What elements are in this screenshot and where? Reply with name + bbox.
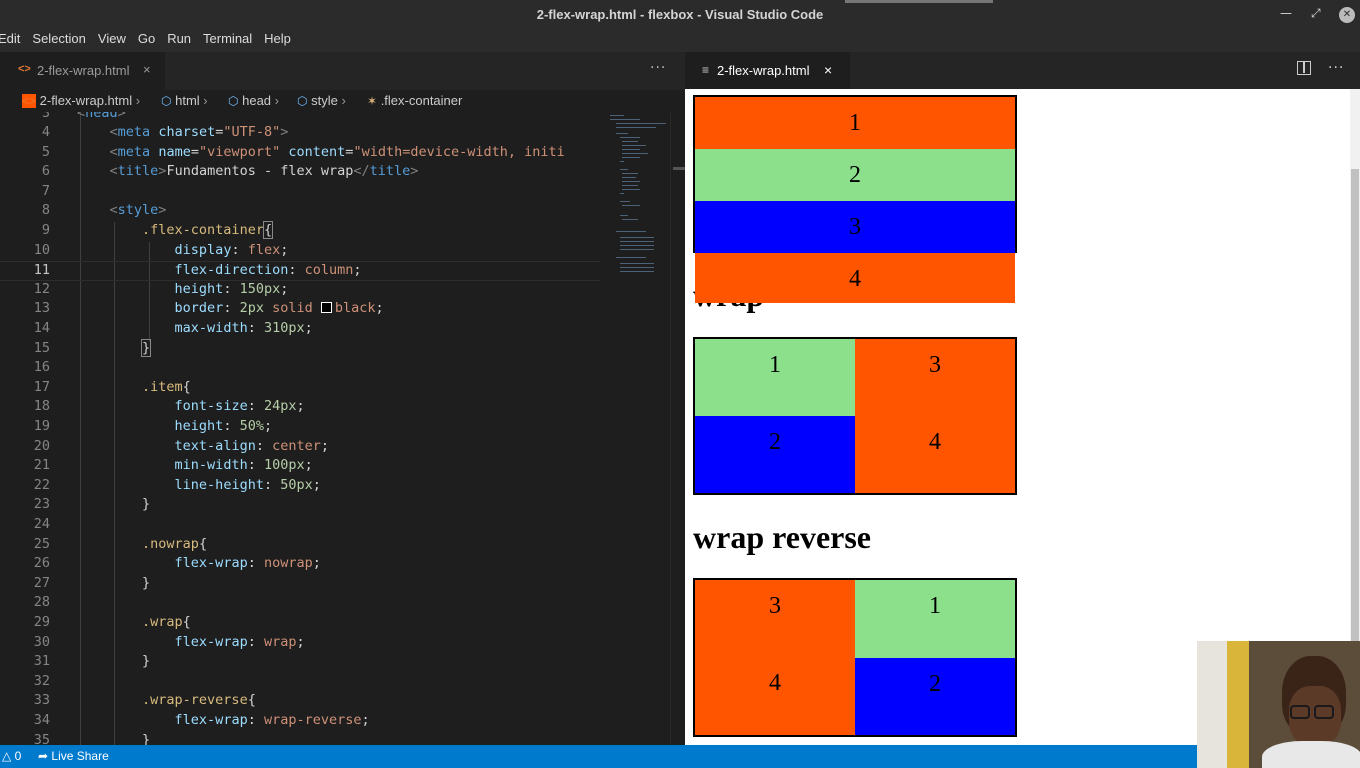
title-bar-highlight <box>845 0 993 3</box>
element-icon: ⬡ <box>161 94 172 108</box>
menu-selection[interactable]: Selection <box>26 30 91 52</box>
line-number: 19 <box>33 418 50 434</box>
line-number: 26 <box>33 555 50 572</box>
menu-view[interactable]: View <box>92 30 132 52</box>
line-number: 21 <box>33 457 50 474</box>
menu-go[interactable]: Go <box>132 30 161 52</box>
menu-terminal[interactable]: Terminal <box>197 30 258 52</box>
html-file-icon: <> <box>22 94 37 108</box>
line-number: 16 <box>33 359 50 376</box>
editor-pane: <> 2-flex-wrap.html × ··· <> 2-flex-wrap… <box>0 52 685 745</box>
preview-tab[interactable]: ≡ 2-flex-wrap.html × <box>685 52 850 89</box>
preview-tab-bar: ≡ 2-flex-wrap.html × ··· <box>685 52 1360 89</box>
menu-edit[interactable]: Edit <box>0 30 26 52</box>
maximize-icon[interactable]: ⤢ <box>1311 6 1321 21</box>
code-editor[interactable]: 3 <head> 4 <meta charset="UTF-8"> 5 <meta… <box>0 112 600 745</box>
close-preview-tab-icon[interactable]: × <box>824 62 832 78</box>
close-window-icon[interactable]: ✕ <box>1339 7 1355 23</box>
minimap[interactable] <box>600 112 670 332</box>
preview-file-icon: ≡ <box>702 63 710 77</box>
line-number: 20 <box>33 437 50 454</box>
line-number: 8 <box>41 202 50 219</box>
flex-item: 2 <box>695 149 1015 201</box>
element-icon: ⬡ <box>228 94 239 108</box>
line-number: 13 <box>33 300 50 317</box>
flex-item: 4 <box>855 416 1015 493</box>
line-number: 32 <box>33 672 50 689</box>
flex-item: 3 <box>855 339 1015 416</box>
line-number: 35 <box>33 731 50 745</box>
line-number: 22 <box>33 476 50 493</box>
flex-item: 4 <box>695 253 1015 303</box>
breadcrumb-style[interactable]: ⬡ style › <box>297 93 346 108</box>
live-share-icon: ➦ <box>38 749 49 763</box>
preview-tab-label: 2-flex-wrap.html <box>717 63 810 78</box>
line-number: 7 <box>41 182 50 199</box>
editor-tab-label: 2-flex-wrap.html <box>37 63 130 78</box>
line-number: 29 <box>33 614 50 630</box>
close-tab-icon[interactable]: × <box>143 62 151 77</box>
breadcrumb: <> 2-flex-wrap.html › ⬡ html › ⬡ head › … <box>0 90 685 112</box>
flex-item-label: 3 <box>769 593 781 619</box>
breadcrumb-selector[interactable]: ✶ .flex-container <box>367 93 462 108</box>
line-number: 17 <box>33 378 50 395</box>
flex-item: 1 <box>855 580 1015 658</box>
heading-wrap-reverse: wrap reverse <box>693 519 871 555</box>
line-number: 25 <box>33 535 50 552</box>
split-editor-icon[interactable] <box>1297 61 1311 75</box>
line-number: 6 <box>41 163 50 180</box>
minimize-icon[interactable]: — <box>1280 6 1292 20</box>
menu-help[interactable]: Help <box>258 30 297 52</box>
line-number: 15 <box>33 339 50 356</box>
flex-item: 3 4 <box>695 580 855 735</box>
live-share-button[interactable]: ➦ Live Share <box>38 749 109 763</box>
webcam-overlay <box>1197 641 1360 768</box>
line-number: 24 <box>33 516 50 532</box>
selector-icon: ✶ <box>367 94 378 108</box>
line-number: 30 <box>33 633 50 650</box>
preview-more-actions-icon[interactable]: ··· <box>1328 60 1344 76</box>
line-number: 28 <box>33 594 50 611</box>
editor-scrollbar[interactable] <box>670 112 685 745</box>
breadcrumb-head[interactable]: ⬡ head › <box>228 93 279 108</box>
element-icon: ⬡ <box>297 94 308 108</box>
editor-tab-bar: <> 2-flex-wrap.html × ··· <box>0 52 685 90</box>
line-number: 14 <box>33 320 50 336</box>
breadcrumb-html[interactable]: ⬡ html › <box>161 93 208 108</box>
more-actions-icon[interactable]: ··· <box>650 60 666 76</box>
line-number: 23 <box>33 496 50 513</box>
line-number: 31 <box>33 653 50 670</box>
flex-item-label: 4 <box>769 670 781 696</box>
flex-item: 3 <box>695 201 1015 253</box>
line-number: 9 <box>41 222 50 238</box>
line-number: 18 <box>33 398 50 415</box>
title-bar: 2-flex-wrap.html - flexbox - Visual Stud… <box>0 0 1360 30</box>
menu-run[interactable]: Run <box>161 30 197 52</box>
status-bar: △ 0 ➦ Live Share <box>0 745 1197 768</box>
warning-icon: △ <box>2 749 12 763</box>
editor-tab[interactable]: <> 2-flex-wrap.html × <box>0 52 165 90</box>
line-number: 11 <box>33 262 50 279</box>
line-number: 27 <box>33 574 50 591</box>
html-file-icon: <> <box>18 63 31 75</box>
window-title: 2-flex-wrap.html - flexbox - Visual Stud… <box>536 7 824 22</box>
problems-indicator[interactable]: △ 0 <box>2 749 21 763</box>
flex-item: 1 <box>695 97 1015 149</box>
line-number: 10 <box>33 241 50 258</box>
line-number: 33 <box>33 692 50 709</box>
line-number: 3 <box>41 112 50 121</box>
line-number: 34 <box>33 712 50 728</box>
line-number: 4 <box>41 124 50 140</box>
flex-item: 1 <box>695 339 855 416</box>
line-number: 5 <box>41 143 50 160</box>
menu-bar: Edit Selection View Go Run Terminal Help <box>0 30 1360 52</box>
flex-item: 2 <box>695 416 855 493</box>
flex-item: 2 <box>855 658 1015 735</box>
breadcrumb-file[interactable]: <> 2-flex-wrap.html › <box>22 93 140 108</box>
line-number: 12 <box>33 280 50 297</box>
